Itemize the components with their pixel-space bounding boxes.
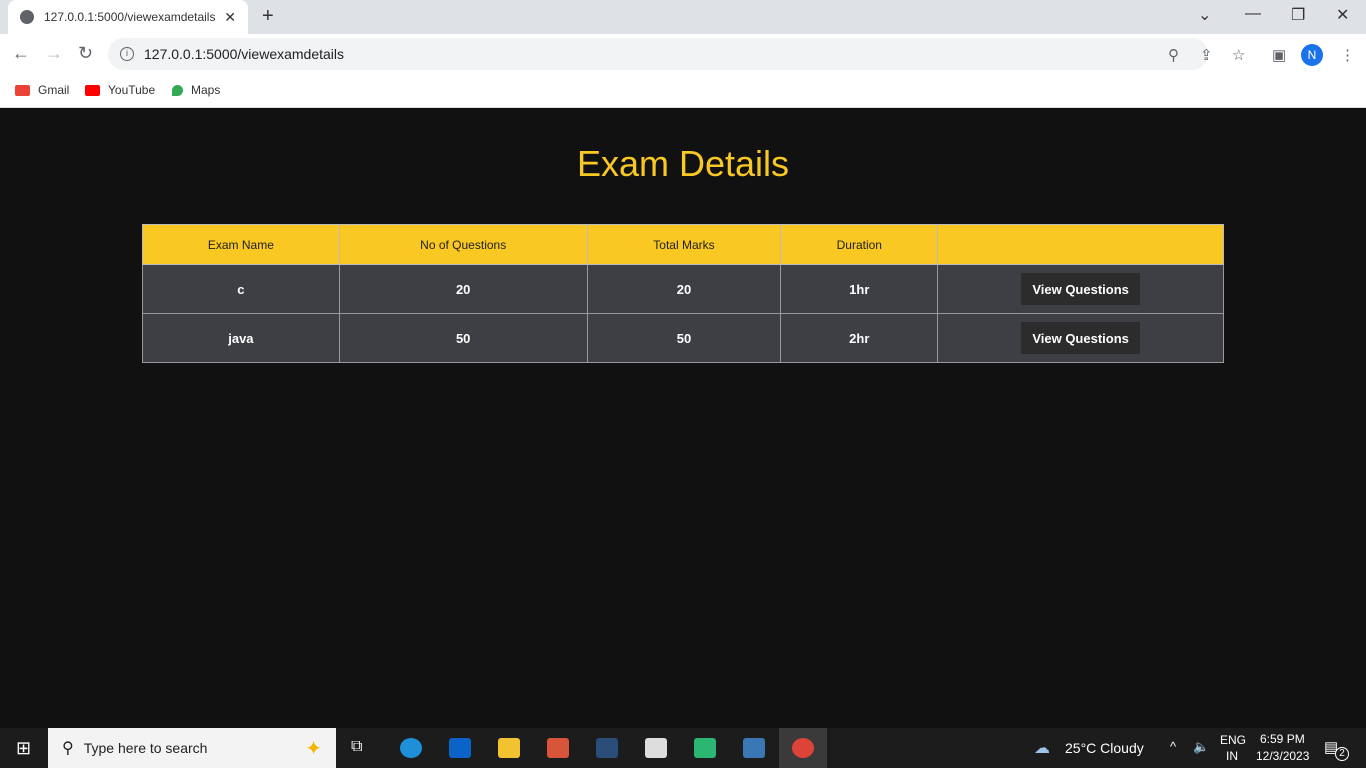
- language[interactable]: ENG: [1220, 733, 1246, 747]
- browser-toolbar: ← → ↻ i 127.0.0.1:5000/viewexamdetails ⚲…: [0, 34, 1366, 76]
- search-icon: ⚲: [62, 740, 74, 757]
- minimize-button[interactable]: —: [1245, 5, 1261, 23]
- clock-date[interactable]: 12/3/2023: [1256, 749, 1309, 763]
- exam-table: Exam Name No of Questions Total Marks Du…: [142, 224, 1224, 363]
- notification-count: 2: [1335, 747, 1349, 761]
- action-cell: View Questions: [937, 264, 1224, 314]
- reload-icon[interactable]: ↻: [78, 43, 93, 64]
- column-header: [937, 224, 1224, 265]
- column-header: No of Questions: [338, 224, 588, 265]
- edge-icon[interactable]: [400, 738, 422, 758]
- globe-icon: [20, 10, 34, 24]
- action-cell: View Questions: [937, 313, 1224, 363]
- table-header: Exam Name No of Questions Total Marks Du…: [142, 224, 1224, 265]
- url-text[interactable]: 127.0.0.1:5000/viewexamdetails: [144, 46, 344, 62]
- windows-start-icon[interactable]: ⊞: [16, 738, 31, 759]
- total-marks: 20: [586, 264, 782, 314]
- total-marks: 50: [586, 313, 782, 363]
- table-row: c 20 20 1hr View Questions: [142, 264, 1224, 314]
- question-count: 20: [338, 264, 588, 314]
- column-header: Duration: [780, 224, 939, 265]
- app-icon[interactable]: [547, 738, 569, 758]
- menu-icon[interactable]: ⋮: [1340, 46, 1355, 64]
- chrome-icon: [792, 738, 814, 758]
- task-view-icon[interactable]: ⧉: [351, 738, 362, 756]
- exam-name: java: [142, 313, 340, 363]
- star-icon[interactable]: ☆: [1232, 46, 1245, 64]
- restore-button[interactable]: ❐: [1291, 5, 1305, 25]
- bookmarks-bar: Gmail YouTube Maps: [0, 76, 1366, 108]
- page-title: Exam Details: [576, 143, 790, 184]
- close-window-button[interactable]: ✕: [1336, 5, 1349, 25]
- side-panel-icon[interactable]: ▣: [1272, 46, 1286, 64]
- column-header: Total Marks: [586, 224, 782, 265]
- sparkle-icon: ✦: [305, 737, 322, 760]
- mysql-workbench-icon[interactable]: [596, 738, 618, 758]
- view-questions-button[interactable]: View Questions: [1021, 322, 1140, 354]
- new-tab-button[interactable]: +: [262, 5, 274, 28]
- share-icon[interactable]: ⇪: [1200, 46, 1213, 64]
- address-bar[interactable]: i 127.0.0.1:5000/viewexamdetails: [108, 38, 1208, 70]
- page-content: Exam Details Exam Name No of Questions T…: [0, 109, 1366, 728]
- maps-icon: [172, 84, 183, 96]
- chrome-taskbar-button[interactable]: [779, 728, 827, 768]
- back-icon[interactable]: ←: [12, 43, 30, 64]
- table-row: java 50 50 2hr View Questions: [142, 313, 1224, 363]
- cloud-icon: ☁: [1034, 740, 1050, 757]
- mail-icon[interactable]: [449, 738, 471, 758]
- browser-tab[interactable]: 127.0.0.1:5000/viewexamdetails ✕: [8, 0, 248, 34]
- info-icon[interactable]: i: [120, 47, 134, 61]
- python-file-icon[interactable]: [645, 738, 667, 758]
- question-count: 50: [338, 313, 588, 363]
- volume-icon[interactable]: 🔈: [1193, 739, 1209, 755]
- tab-strip: 127.0.0.1:5000/viewexamdetails ✕ + ⌄ — ❐…: [0, 0, 1366, 34]
- weather-text[interactable]: 25°C Cloudy: [1065, 740, 1144, 756]
- gmail-icon: [15, 84, 30, 96]
- tab-title: 127.0.0.1:5000/viewexamdetails: [44, 10, 216, 24]
- tab-search-icon[interactable]: ⌄: [1198, 5, 1211, 25]
- bookmark-maps[interactable]: Maps: [172, 83, 220, 97]
- chevron-up-icon[interactable]: ^: [1170, 739, 1176, 754]
- view-questions-button[interactable]: View Questions: [1021, 273, 1140, 305]
- forward-icon[interactable]: →: [45, 43, 63, 64]
- taskbar-search[interactable]: ⚲ Type here to search ✦: [48, 728, 336, 768]
- region[interactable]: IN: [1226, 749, 1238, 763]
- taskbar: ⊞ ⚲ Type here to search ✦ ⧉ ☁ 25°C Cloud…: [0, 728, 1366, 768]
- exam-name: c: [142, 264, 340, 314]
- bookmark-gmail[interactable]: Gmail: [15, 83, 69, 97]
- youtube-icon: [85, 84, 100, 96]
- column-header: Exam Name: [142, 224, 340, 265]
- clock-time[interactable]: 6:59 PM: [1260, 732, 1305, 746]
- profile-avatar[interactable]: N: [1301, 44, 1323, 66]
- python-icon[interactable]: [743, 738, 765, 758]
- close-tab-icon[interactable]: ✕: [224, 9, 236, 26]
- duration: 2hr: [780, 313, 939, 363]
- app-icon[interactable]: [694, 738, 716, 758]
- file-explorer-icon[interactable]: [498, 738, 520, 758]
- duration: 1hr: [780, 264, 939, 314]
- zoom-icon[interactable]: ⚲: [1168, 46, 1179, 64]
- bookmark-youtube[interactable]: YouTube: [85, 83, 155, 97]
